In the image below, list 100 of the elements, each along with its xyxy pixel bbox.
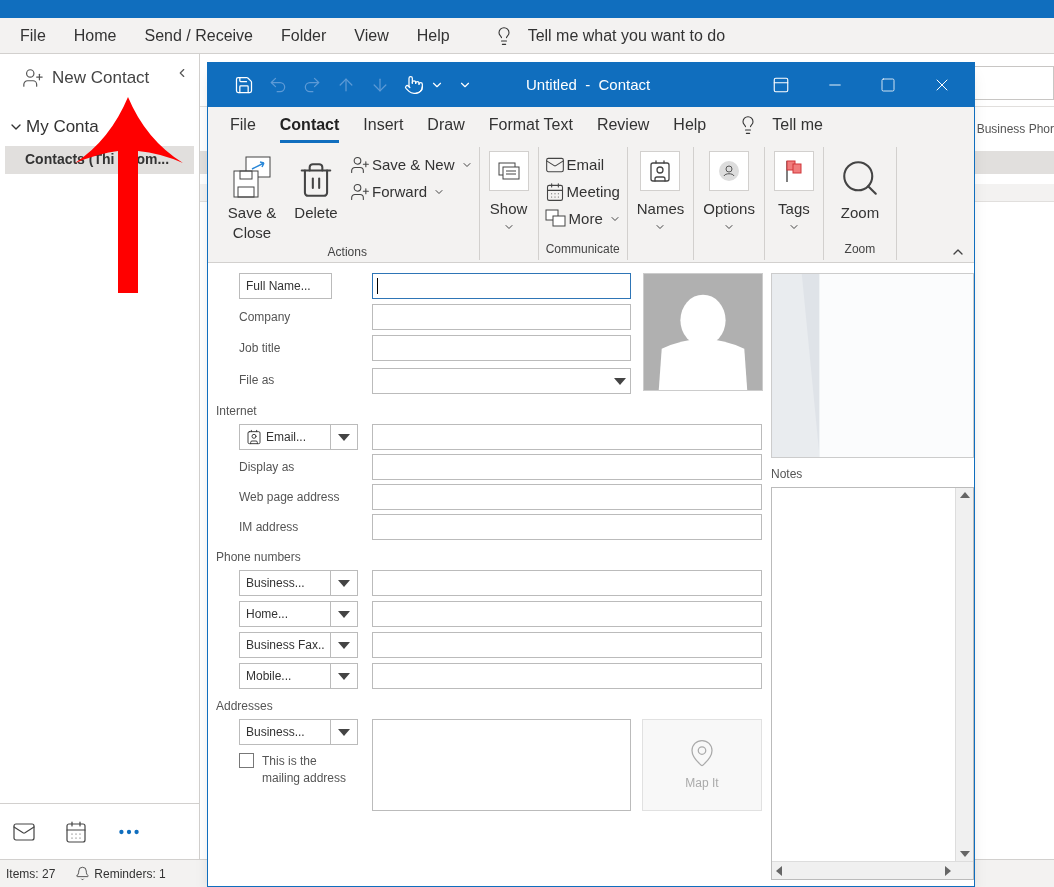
calendar-icon[interactable] (64, 819, 88, 844)
notes-label: Notes (771, 466, 804, 483)
ribbon-tab[interactable]: Review (596, 107, 650, 143)
field-label: Display as (239, 459, 296, 476)
ribbon-button[interactable]: Forward (350, 180, 473, 204)
dropdown-arrow-icon (338, 641, 351, 649)
ribbon-button[interactable]: Show (485, 147, 532, 233)
ribbon-button[interactable]: More (544, 207, 621, 231)
mail-icon (544, 155, 565, 175)
menu-tab[interactable]: File (20, 23, 46, 48)
section-title: Addresses (216, 698, 274, 715)
input-field[interactable] (372, 273, 631, 299)
ribbon-tab[interactable]: Help (673, 107, 707, 143)
dropdown-arrow-icon (614, 377, 626, 385)
person-circle-icon (718, 160, 741, 182)
add-person-icon (22, 67, 44, 89)
menu-tab[interactable]: Folder (281, 23, 327, 48)
ribbon-button[interactable]: Options (700, 147, 758, 233)
reminders-count: Reminders: 1 (94, 865, 166, 883)
scrollbar[interactable] (955, 488, 973, 861)
dropdown-arrow-icon (338, 728, 351, 736)
field-label: File as (239, 372, 276, 389)
notes-field[interactable] (771, 487, 974, 880)
dropdown-button[interactable] (331, 424, 358, 450)
field-label: IM address (239, 519, 300, 536)
maximize-icon[interactable] (880, 77, 896, 93)
field-type-button[interactable]: Business Fax.. (239, 632, 332, 658)
menu-tab[interactable]: View (354, 23, 389, 48)
input-field[interactable] (372, 454, 762, 480)
group-label: Zoom (844, 242, 876, 256)
redo-icon (302, 75, 322, 95)
input-field[interactable] (372, 570, 762, 596)
show-icon (497, 162, 520, 180)
dropdown-button[interactable] (331, 570, 358, 596)
ribbon-button[interactable]: Save & Close (222, 147, 282, 243)
field-type-button[interactable]: Business... (239, 719, 332, 745)
ribbon-tab[interactable]: Insert (363, 107, 404, 143)
input-field[interactable] (372, 424, 762, 450)
section-title: Internet (216, 403, 258, 420)
checkbox-label: This is the mailing address (262, 753, 348, 787)
menu-tab[interactable]: Home (73, 23, 117, 48)
tell-me-search[interactable]: Tell me what you want to do (527, 23, 726, 48)
meeting-icon (544, 182, 565, 202)
dropdown-arrow-icon (338, 433, 351, 441)
ribbon-button[interactable]: Email (544, 153, 621, 177)
undo-icon (268, 75, 288, 95)
ribbon-tab[interactable]: Draw (427, 107, 465, 143)
scrollbar[interactable] (772, 861, 973, 879)
ribbon-button[interactable]: Names (633, 147, 688, 233)
dropdown-button[interactable] (331, 719, 358, 745)
field-type-button[interactable]: Business... (239, 570, 332, 596)
field-type-button[interactable]: Email... (239, 424, 332, 450)
tell-me-search[interactable]: Tell me (772, 113, 823, 137)
items-count: Items: 27 (6, 865, 56, 883)
dropdown-button[interactable] (331, 601, 358, 627)
ribbon-button[interactable]: Delete (286, 147, 346, 223)
dropdown-arrow-icon (338, 579, 351, 587)
checkbox[interactable] (239, 753, 254, 768)
input-field[interactable] (372, 304, 631, 330)
menu-tab[interactable]: Send / Receive (144, 23, 253, 48)
folder-label: om... (136, 150, 170, 169)
input-field[interactable] (372, 335, 631, 361)
input-field[interactable] (372, 601, 762, 627)
input-field[interactable] (372, 632, 762, 658)
save-icon (234, 75, 254, 95)
window-title: Untitled - Contact (526, 74, 652, 95)
ribbon-tab[interactable]: Contact (279, 107, 340, 143)
quick-access-button[interactable] (234, 75, 254, 95)
field-type-button[interactable]: Home... (239, 601, 332, 627)
ribbon-button[interactable]: Tags (770, 147, 817, 233)
address-book-icon (648, 159, 673, 183)
quick-access-button[interactable] (404, 75, 424, 95)
group-label: Actions (327, 245, 367, 259)
menu-tab[interactable]: Help (416, 23, 450, 48)
new-contact-button[interactable]: New Contact (0, 64, 150, 92)
save-close-icon (232, 155, 272, 199)
ribbon-button[interactable]: Zoom (829, 147, 890, 223)
select-field[interactable] (372, 368, 631, 394)
input-field[interactable] (372, 663, 762, 689)
ribbon-display-icon[interactable] (772, 76, 790, 94)
field-label: Company (239, 309, 292, 326)
input-field[interactable] (372, 514, 762, 540)
search-field[interactable] (973, 66, 1054, 100)
full-name-button[interactable]: Full Name... (239, 273, 332, 299)
input-field[interactable] (372, 484, 762, 510)
address-field[interactable] (372, 719, 631, 811)
ribbon-tab[interactable]: Format Text (488, 107, 573, 143)
column-header: Business Phor (976, 121, 1054, 138)
ribbon-tab[interactable]: File (230, 107, 256, 143)
dropdown-arrow-icon (338, 610, 351, 618)
field-label: Job title (239, 340, 282, 357)
field-type-button[interactable]: Mobile... (239, 663, 332, 689)
section-title: Phone numbers (216, 549, 302, 566)
dropdown-button[interactable] (331, 632, 358, 658)
ribbon-button[interactable]: Save & New (350, 153, 473, 177)
bell-icon (75, 866, 91, 881)
flag-icon (783, 159, 804, 183)
dropdown-button[interactable] (331, 663, 358, 689)
address-book-icon (246, 429, 262, 445)
ribbon-button[interactable]: Meeting (544, 180, 621, 204)
